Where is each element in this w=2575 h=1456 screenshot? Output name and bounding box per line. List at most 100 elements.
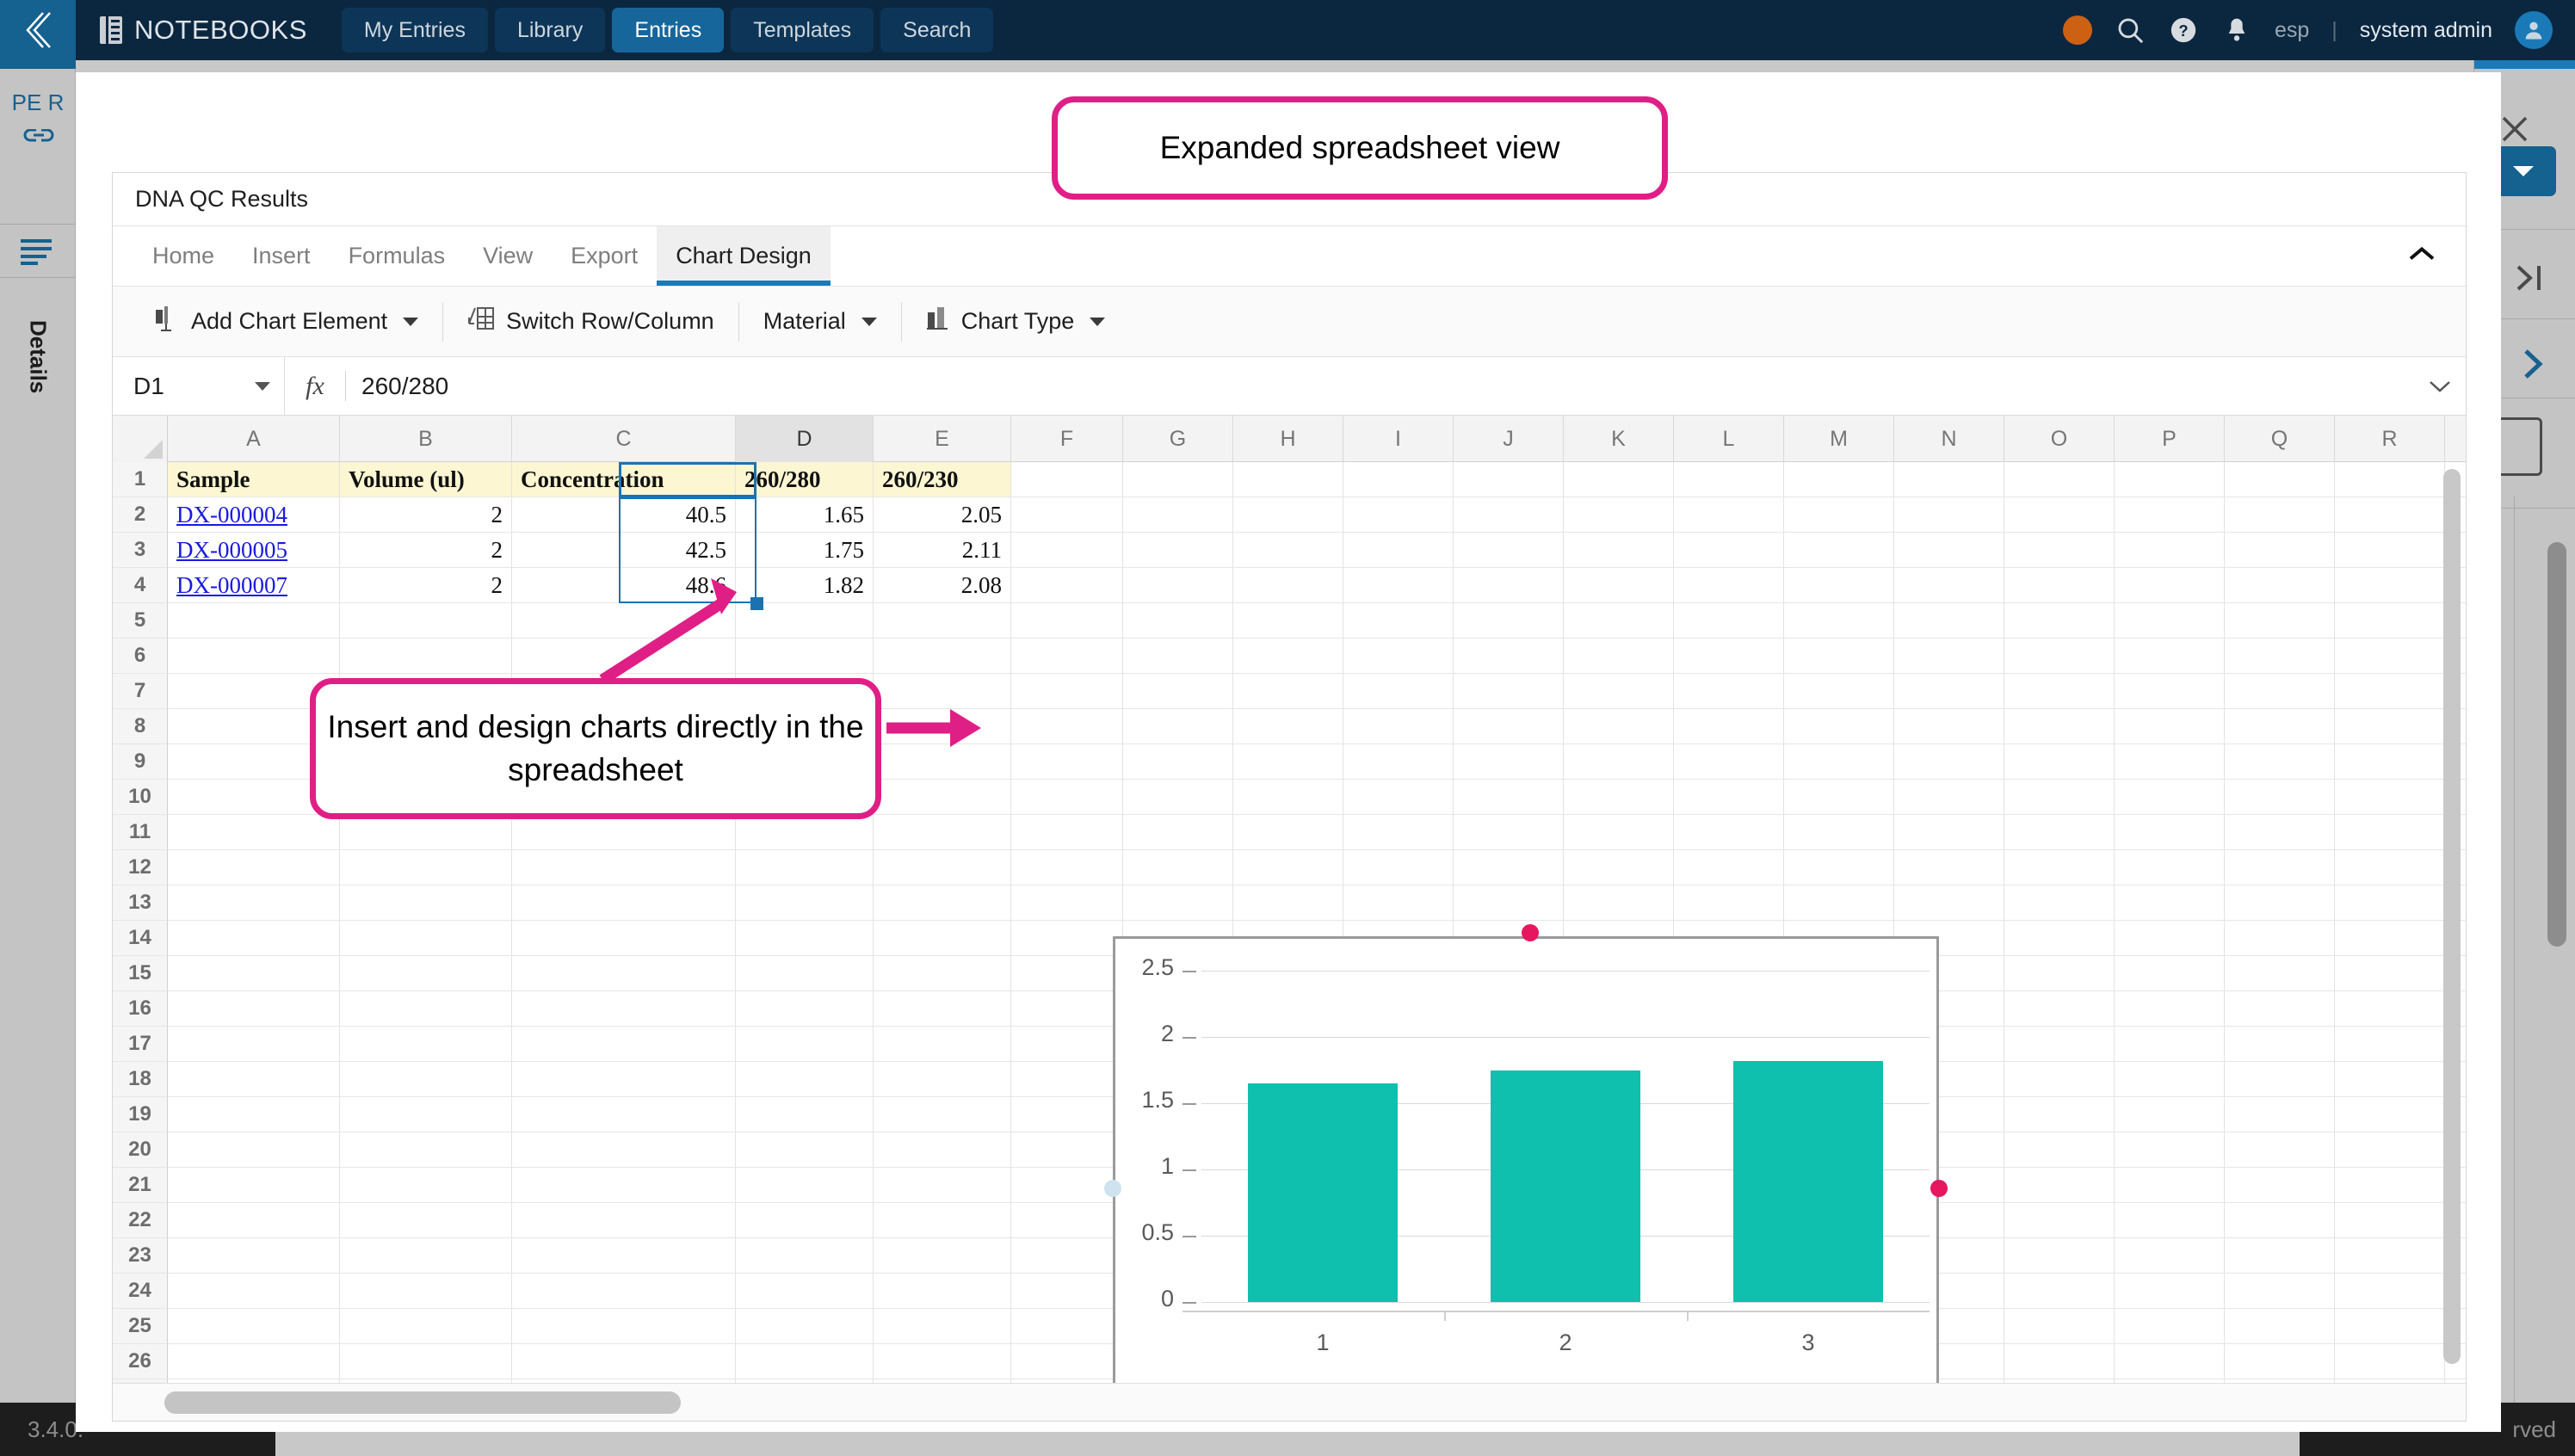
cell-reference-box[interactable]: D1 <box>113 357 285 415</box>
cell-R17[interactable] <box>2335 1027 2445 1062</box>
grid-vertical-scrollbar[interactable] <box>2443 469 2461 1364</box>
cell-J12[interactable] <box>1454 850 1564 885</box>
cell-G10[interactable] <box>1123 780 1233 815</box>
cell-G2[interactable] <box>1123 497 1233 533</box>
cell-H6[interactable] <box>1233 639 1343 674</box>
cell-M1[interactable] <box>1784 462 1894 497</box>
cell-Q9[interactable] <box>2225 744 2335 780</box>
cell-G11[interactable] <box>1123 815 1233 850</box>
cell-O8[interactable] <box>2004 709 2115 744</box>
cell-O15[interactable] <box>2004 956 2115 991</box>
cell-K11[interactable] <box>1564 815 1674 850</box>
cell-A3[interactable]: DX-000005 <box>168 533 340 568</box>
embedded-chart[interactable]: 0 0.5 1 1.5 2 2.5 1 2 3 260/280 <box>1113 936 1939 1383</box>
cell-O10[interactable] <box>2004 780 2115 815</box>
row-header-19[interactable]: 19 <box>113 1097 168 1132</box>
cell-J1[interactable] <box>1454 462 1564 497</box>
cell-F11[interactable] <box>1011 815 1123 850</box>
table-row[interactable]: 2 DX-000004 2 40.5 1.65 2.05 <box>113 497 2466 533</box>
cell-C20[interactable] <box>512 1132 736 1168</box>
cell-E20[interactable] <box>874 1132 1011 1168</box>
cell-Q23[interactable] <box>2225 1238 2335 1274</box>
cell-F7[interactable] <box>1011 674 1123 709</box>
cell-P14[interactable] <box>2115 921 2225 956</box>
cell-R12[interactable] <box>2335 850 2445 885</box>
cell-B16[interactable] <box>340 991 512 1027</box>
cell-P20[interactable] <box>2115 1132 2225 1168</box>
cell-P9[interactable] <box>2115 744 2225 780</box>
cell-F5[interactable] <box>1011 603 1123 639</box>
cell-K9[interactable] <box>1564 744 1674 780</box>
cell-R6[interactable] <box>2335 639 2445 674</box>
cell-K1[interactable] <box>1564 462 1674 497</box>
row-header-15[interactable]: 15 <box>113 956 168 991</box>
material-style-dropdown[interactable]: Material <box>744 299 896 344</box>
cell-B4[interactable]: 2 <box>340 568 512 603</box>
cell-D25[interactable] <box>736 1309 874 1344</box>
cell-E8[interactable] <box>874 709 1011 744</box>
cell-L13[interactable] <box>1674 885 1784 921</box>
cell-J9[interactable] <box>1454 744 1564 780</box>
cell-Q20[interactable] <box>2225 1132 2335 1168</box>
nav-tab-library[interactable]: Library <box>494 8 606 52</box>
table-row[interactable]: 1 Sample Volume (ul) Concentration 260/280 26… <box>113 462 2466 497</box>
cell-M2[interactable] <box>1784 497 1894 533</box>
cell-A26[interactable] <box>168 1344 340 1379</box>
cell-M6[interactable] <box>1784 639 1894 674</box>
cell-O14[interactable] <box>2004 921 2115 956</box>
cell-F15[interactable] <box>1011 956 1123 991</box>
cell-R22[interactable] <box>2335 1203 2445 1238</box>
cell-E16[interactable] <box>874 991 1011 1027</box>
cell-N1[interactable] <box>1894 462 2004 497</box>
cell-D16[interactable] <box>736 991 874 1027</box>
cell-O21[interactable] <box>2004 1168 2115 1203</box>
cell-Q14[interactable] <box>2225 921 2335 956</box>
column-header-b[interactable]: B <box>340 416 512 462</box>
cell-Q12[interactable] <box>2225 850 2335 885</box>
list-lines-icon[interactable] <box>21 238 55 269</box>
cell-O3[interactable] <box>2004 533 2115 568</box>
cell-R20[interactable] <box>2335 1132 2445 1168</box>
select-all-corner[interactable] <box>113 416 168 462</box>
cell-R4[interactable] <box>2335 568 2445 603</box>
cell-H4[interactable] <box>1233 568 1343 603</box>
cell-E2[interactable]: 2.05 <box>874 497 1011 533</box>
cell-A2[interactable]: DX-000004 <box>168 497 340 533</box>
cell-F20[interactable] <box>1011 1132 1123 1168</box>
cell-L12[interactable] <box>1674 850 1784 885</box>
cell-O11[interactable] <box>2004 815 2115 850</box>
cell-K8[interactable] <box>1564 709 1674 744</box>
cell-A12[interactable] <box>168 850 340 885</box>
cell-B21[interactable] <box>340 1168 512 1203</box>
cell-A6[interactable] <box>168 639 340 674</box>
cell-N5[interactable] <box>1894 603 2004 639</box>
spreadsheet-grid[interactable]: ABCDEFGHIJKLMNOPQRS 1SampleVolume (ul)Co… <box>113 416 2466 1383</box>
cell-J8[interactable] <box>1454 709 1564 744</box>
row-header-5[interactable]: 5 <box>113 603 168 639</box>
cell-P15[interactable] <box>2115 956 2225 991</box>
cell-F16[interactable] <box>1011 991 1123 1027</box>
column-header-e[interactable]: E <box>874 416 1011 462</box>
cell-Q8[interactable] <box>2225 709 2335 744</box>
cell-B18[interactable] <box>340 1062 512 1097</box>
cell-Q10[interactable] <box>2225 780 2335 815</box>
cell-G12[interactable] <box>1123 850 1233 885</box>
cell-P12[interactable] <box>2115 850 2225 885</box>
cell-R2[interactable] <box>2335 497 2445 533</box>
cell-O4[interactable] <box>2004 568 2115 603</box>
cell-I10[interactable] <box>1343 780 1454 815</box>
row-header-10[interactable]: 10 <box>113 780 168 815</box>
cell-I6[interactable] <box>1343 639 1454 674</box>
cell-B5[interactable] <box>340 603 512 639</box>
cell-D18[interactable] <box>736 1062 874 1097</box>
cell-P8[interactable] <box>2115 709 2225 744</box>
cell-A11[interactable] <box>168 815 340 850</box>
column-header-m[interactable]: M <box>1784 416 1894 462</box>
cell-G1[interactable] <box>1123 462 1233 497</box>
cell-A15[interactable] <box>168 956 340 991</box>
cell-O13[interactable] <box>2004 885 2115 921</box>
cell-O9[interactable] <box>2004 744 2115 780</box>
nav-tab-entries[interactable]: Entries <box>612 8 725 52</box>
row-header-1[interactable]: 1 <box>113 462 168 497</box>
cell-P10[interactable] <box>2115 780 2225 815</box>
